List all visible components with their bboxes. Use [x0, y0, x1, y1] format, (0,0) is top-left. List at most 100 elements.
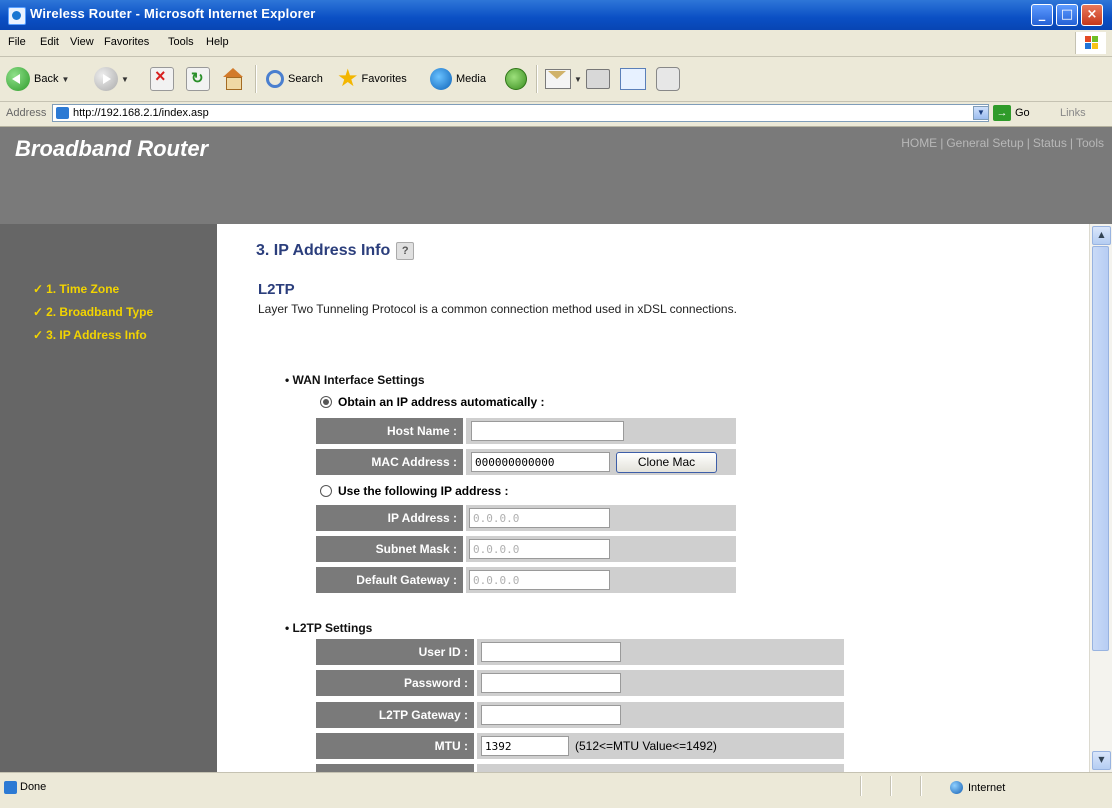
l2tp-settings-heading: • L2TP Settings — [285, 621, 373, 635]
security-zone: Internet — [950, 781, 1005, 794]
home-icon — [222, 68, 244, 90]
mac-address-input[interactable] — [471, 452, 610, 472]
user-id-input[interactable] — [481, 642, 621, 662]
menu-help[interactable]: Help — [206, 36, 229, 48]
password-input[interactable] — [481, 673, 621, 693]
favorites-star-icon: ★ — [337, 65, 359, 92]
media-button[interactable]: Media — [430, 65, 486, 93]
page-title-text: 3. IP Address Info — [256, 242, 391, 259]
password-label: Password : — [316, 670, 474, 696]
mac-address-row: MAC Address : Clone Mac — [316, 449, 736, 475]
go-button[interactable]: → Go — [993, 105, 1030, 121]
obtain-auto-radio[interactable] — [320, 396, 332, 408]
home-button[interactable] — [222, 65, 244, 93]
status-text: Done — [20, 781, 47, 793]
forward-button[interactable]: ▼ — [94, 65, 129, 93]
router-top-nav: HOME | General Setup | Status | Tools — [901, 136, 1104, 150]
sidebar-item-ip-address-info[interactable]: ✓ 3. IP Address Info — [33, 328, 147, 342]
vertical-scrollbar[interactable]: ▲ ▼ — [1089, 224, 1112, 772]
mtu-input[interactable] — [481, 736, 569, 756]
menu-tools[interactable]: Tools — [168, 36, 194, 48]
mtu-row: MTU : (512<=MTU Value<=1492) — [316, 733, 844, 759]
host-name-row: Host Name : — [316, 418, 736, 444]
favorites-button[interactable]: ★ Favorites — [337, 65, 407, 93]
subnet-mask-input[interactable] — [469, 539, 610, 559]
address-url: http://192.168.2.1/index.asp — [73, 107, 209, 119]
chevron-down-icon: ▼ — [574, 74, 582, 84]
window-title: Wireless Router - Microsoft Internet Exp… — [30, 6, 316, 21]
default-gateway-input[interactable] — [469, 570, 610, 590]
internet-globe-icon — [950, 781, 963, 794]
mail-icon — [545, 69, 571, 89]
favorites-label: Favorites — [361, 73, 407, 85]
mail-button[interactable]: ▼ — [545, 65, 582, 93]
edit-button[interactable] — [620, 65, 646, 93]
scroll-thumb[interactable] — [1092, 246, 1109, 651]
page-title: 3. IP Address Info ? — [256, 242, 415, 260]
menu-edit[interactable]: Edit — [40, 36, 59, 48]
history-icon — [505, 68, 527, 90]
use-following-option[interactable]: Use the following IP address : — [320, 484, 508, 498]
status-divider — [890, 776, 892, 796]
status-divider — [860, 776, 862, 796]
user-id-label: User ID : — [316, 639, 474, 665]
use-following-label: Use the following IP address : — [338, 484, 509, 498]
wan-settings-heading: • WAN Interface Settings — [285, 373, 425, 387]
address-dropdown-icon[interactable]: ▼ — [973, 106, 989, 120]
messenger-button[interactable] — [656, 65, 680, 93]
l2tp-gateway-row: L2TP Gateway : — [316, 702, 844, 728]
nav-status[interactable]: Status — [1033, 136, 1067, 150]
stop-button[interactable] — [150, 65, 174, 93]
clone-mac-button[interactable]: Clone Mac — [616, 452, 717, 473]
content-area: 3. IP Address Info ? L2TP Layer Two Tunn… — [217, 224, 1089, 772]
nav-general-setup[interactable]: General Setup — [946, 136, 1023, 150]
refresh-button[interactable] — [186, 65, 210, 93]
help-icon[interactable]: ? — [396, 242, 415, 260]
search-icon — [266, 70, 284, 88]
obtain-auto-label: Obtain an IP address automatically : — [338, 395, 545, 409]
password-row: Password : — [316, 670, 844, 696]
back-button[interactable]: Back ▼ — [6, 65, 69, 93]
sidebar-item-broadband-type[interactable]: ✓ 2. Broadband Type — [33, 305, 153, 319]
forward-arrow-icon — [94, 67, 118, 91]
obtain-auto-option[interactable]: Obtain an IP address automatically : — [320, 395, 545, 409]
next-row-partial — [316, 764, 844, 772]
scroll-down-icon[interactable]: ▼ — [1092, 751, 1111, 770]
mtu-hint: (512<=MTU Value<=1492) — [575, 739, 717, 753]
history-button[interactable] — [505, 65, 527, 93]
scroll-up-icon[interactable]: ▲ — [1092, 226, 1111, 245]
section-description: Layer Two Tunneling Protocol is a common… — [258, 302, 737, 316]
ip-address-label: IP Address : — [316, 505, 463, 531]
user-id-row: User ID : — [316, 639, 844, 665]
status-divider — [920, 776, 922, 796]
print-button[interactable] — [586, 65, 610, 93]
host-name-input[interactable] — [471, 421, 624, 441]
ip-address-input[interactable] — [469, 508, 610, 528]
maximize-button[interactable]: □ — [1056, 4, 1078, 26]
next-row-cell — [477, 764, 844, 772]
mtu-label: MTU : — [316, 733, 474, 759]
messenger-icon — [656, 67, 680, 91]
chevron-down-icon: ▼ — [121, 74, 129, 84]
sidebar-item-time-zone[interactable]: ✓ 1. Time Zone — [33, 282, 119, 296]
back-arrow-icon — [6, 67, 30, 91]
minimize-button[interactable]: _ — [1031, 4, 1053, 26]
menu-view[interactable]: View — [70, 36, 94, 48]
default-gateway-row: Default Gateway : — [316, 567, 736, 593]
l2tp-gateway-input[interactable] — [481, 705, 621, 725]
address-input[interactable]: http://192.168.2.1/index.asp ▼ — [52, 104, 989, 122]
nav-tools[interactable]: Tools — [1076, 136, 1104, 150]
use-following-radio[interactable] — [320, 485, 332, 497]
stop-icon — [150, 66, 174, 91]
refresh-icon — [186, 67, 210, 91]
menu-favorites[interactable]: Favorites — [104, 36, 149, 48]
page-done-icon — [4, 781, 17, 794]
menu-bar: File Edit View Favorites Tools Help — [0, 30, 1112, 57]
router-brand: Broadband Router — [15, 136, 209, 161]
next-row-label — [316, 764, 474, 772]
menu-file[interactable]: File — [8, 36, 26, 48]
links-button[interactable]: Links — [1060, 107, 1086, 119]
nav-home[interactable]: HOME — [901, 136, 937, 150]
search-button[interactable]: Search — [266, 65, 323, 93]
close-button[interactable]: × — [1081, 4, 1103, 26]
